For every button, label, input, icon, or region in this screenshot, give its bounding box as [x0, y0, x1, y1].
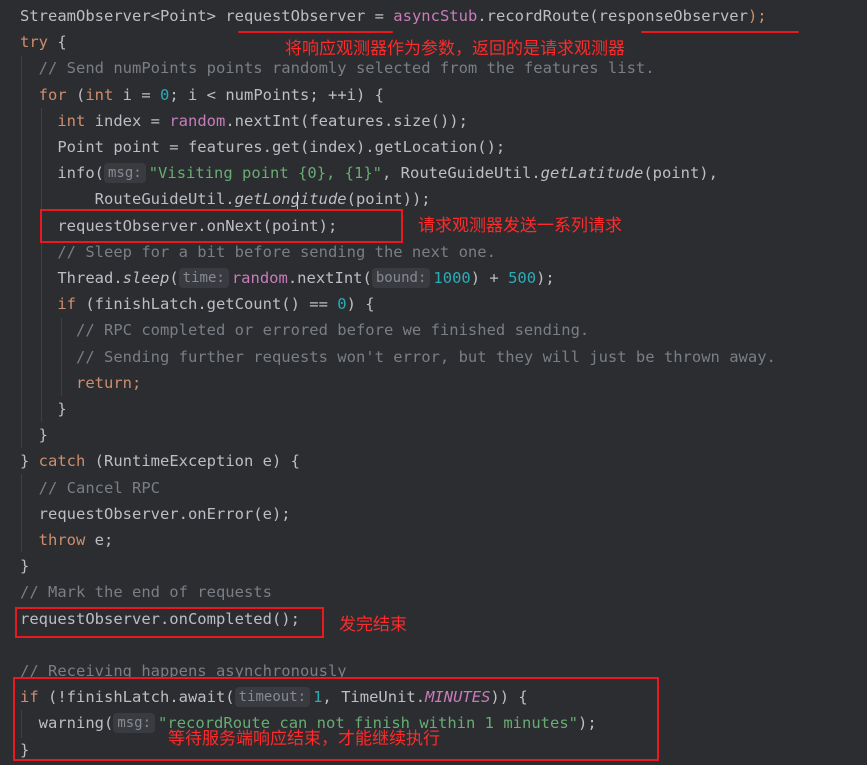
text-cursor — [297, 192, 298, 209]
code-line[interactable]: // Cancel RPC — [20, 475, 160, 501]
indent-guide — [61, 318, 62, 396]
code-token: ( — [169, 269, 179, 287]
code-token: } — [20, 426, 48, 445]
code-token: } — [20, 400, 67, 418]
code-token: } — [20, 557, 30, 576]
code-token: ( — [66, 85, 86, 104]
code-token: asyncStub — [393, 7, 478, 25]
code-token: // Sending further requests won't error,… — [20, 347, 776, 366]
code-line[interactable]: if (finishLatch.getCount() == 0) { — [20, 291, 375, 317]
parameter-hint: time: — [178, 268, 229, 288]
code-line[interactable]: requestObserver.onError(e); — [20, 501, 291, 527]
code-token: (RuntimeException e) { — [85, 452, 300, 471]
code-token: { — [48, 33, 67, 52]
underline-response-observer — [641, 31, 799, 33]
code-token: ) + — [470, 269, 509, 287]
code-token: return — [76, 373, 132, 392]
code-token: StreamObserver<Point> — [20, 7, 226, 25]
code-line[interactable]: // RPC completed or errored before we fi… — [20, 317, 589, 343]
code-token: 500 — [508, 269, 537, 287]
code-editor[interactable]: StreamObserver<Point> requestObserver = … — [0, 0, 867, 765]
code-token: "Visiting point {0}, {1}" — [148, 164, 383, 183]
indent-guide — [21, 56, 22, 448]
code-line[interactable]: } — [20, 396, 67, 422]
code-token: try — [20, 33, 48, 52]
code-token: RouteGuideUtil. — [20, 190, 235, 209]
code-token: ); — [747, 7, 767, 25]
code-line[interactable]: Point point = features.get(index).getLoc… — [20, 134, 505, 160]
annotation-wait-server-response: 等待服务端响应结束，才能继续执行 — [168, 729, 440, 749]
code-token: // Cancel RPC — [20, 478, 160, 497]
annotation-send-complete: 发完结束 — [339, 615, 407, 635]
indent-guide — [21, 474, 22, 552]
code-token: int — [85, 85, 114, 104]
parameter-hint: msg: — [104, 163, 146, 184]
code-line[interactable]: // Mark the end of requests — [20, 579, 272, 605]
code-token: (point), — [643, 164, 718, 183]
underline-request-observer — [238, 31, 393, 33]
code-token: .nextInt( — [287, 269, 372, 287]
code-token: 1000 — [433, 269, 471, 287]
code-token: responseObserver — [598, 7, 748, 25]
code-token: Point point = features.get(index).getLoc… — [20, 138, 506, 156]
code-token: Thread. — [20, 269, 123, 287]
code-line[interactable]: int index = random.nextInt(features.size… — [20, 108, 468, 134]
code-token: i = — [113, 85, 161, 104]
code-token: getLatitude — [540, 164, 644, 183]
code-token: int — [57, 111, 86, 130]
annotation-return-request-observer: 将响应观测器作为参数，返回的是请求观测器 — [285, 39, 625, 59]
code-token: requestObserver — [225, 7, 366, 25]
highlight-box-onnext — [40, 209, 403, 243]
code-line[interactable]: // Sending further requests won't error,… — [20, 344, 776, 370]
code-token: 0 — [337, 295, 347, 314]
code-token: ); — [536, 269, 555, 287]
code-token: // Send numPoints points randomly select… — [20, 59, 655, 78]
code-line[interactable]: StreamObserver<Point> requestObserver = … — [20, 3, 767, 29]
code-token: (point)); — [346, 190, 431, 209]
annotation-send-requests: 请求观测器发送一系列请求 — [418, 216, 622, 236]
code-token: (finishLatch.getCount() == — [76, 295, 338, 314]
code-token: .recordRoute( — [477, 7, 599, 25]
code-line[interactable]: return; — [20, 370, 141, 396]
code-token: // RPC completed or errored before we fi… — [20, 321, 590, 340]
code-token: // Mark the end of requests — [20, 583, 272, 602]
indent-guide — [41, 108, 42, 422]
code-token: info( — [20, 164, 104, 183]
code-line[interactable]: throw e; — [20, 527, 114, 553]
code-token: throw — [38, 531, 86, 549]
highlight-box-oncompleted — [15, 607, 324, 638]
code-line[interactable]: } catch (RuntimeException e) { — [20, 448, 300, 474]
code-token: // Sleep for a bit before sending the ne… — [20, 242, 496, 261]
code-token: e; — [85, 531, 114, 549]
code-line[interactable]: Thread.sleep(time: random.nextInt(bound: 1… — [20, 265, 555, 291]
code-token: getLongitude — [234, 190, 347, 209]
code-token: ; i < numPoints; ++i) { — [169, 85, 384, 104]
code-token: ) { — [346, 295, 375, 314]
code-line[interactable]: } — [20, 553, 29, 579]
code-line[interactable]: try { — [20, 29, 67, 55]
code-token: , RouteGuideUtil. — [382, 164, 541, 183]
code-token: .nextInt(features.size()); — [225, 111, 468, 130]
code-token: random — [169, 111, 226, 130]
code-token: 0 — [160, 85, 170, 104]
code-token: index = — [85, 111, 170, 130]
code-line[interactable]: } — [20, 422, 48, 448]
code-line[interactable]: for (int i = 0; i < numPoints; ++i) { — [20, 82, 384, 108]
code-token: requestObserver.onError(e); — [20, 504, 291, 523]
code-token: } — [20, 452, 39, 471]
code-token: for — [38, 85, 67, 104]
code-token: catch — [38, 452, 86, 471]
code-token: = — [365, 7, 394, 25]
code-token: sleep — [122, 269, 170, 287]
code-token: random — [231, 269, 288, 287]
code-line[interactable]: info(msg: "Visiting point {0}, {1}", Rout… — [20, 160, 718, 186]
code-token: if — [57, 295, 76, 314]
code-token: ; — [132, 373, 142, 392]
parameter-hint: bound: — [371, 268, 431, 288]
